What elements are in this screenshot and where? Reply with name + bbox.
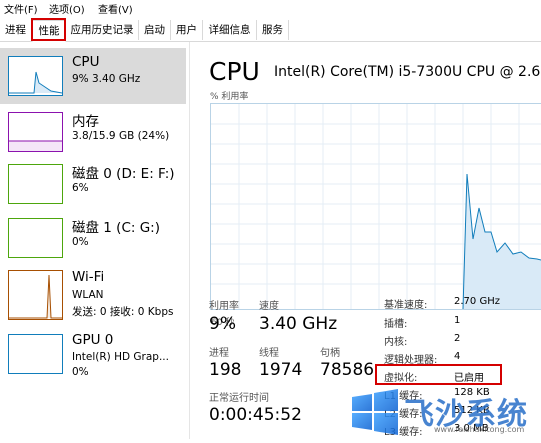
sidebar-item-label: 磁盘 1 (C: G:) xyxy=(72,220,160,236)
menu-file[interactable]: 文件(F) xyxy=(4,1,38,16)
tab-details[interactable]: 详细信息 xyxy=(203,20,257,40)
gpu-thumbnail-graph xyxy=(8,334,63,374)
disk0-thumbnail-graph xyxy=(8,164,63,204)
tab-services[interactable]: 服务 xyxy=(257,20,289,40)
sidebar-item-detail: 3.8/15.9 GB (24%) xyxy=(72,130,170,142)
site-watermark: 飞沙系统 www.feishaxitong.com xyxy=(336,383,541,439)
handles-label: 句柄 xyxy=(320,348,340,359)
menu-bar: 文件(F) 选项(O) 查看(V) xyxy=(0,0,541,16)
spec-label: 内核: xyxy=(384,337,408,348)
spec-label: 基准速度: xyxy=(384,300,428,311)
menu-options[interactable]: 选项(O) xyxy=(49,1,85,16)
uptime-label: 正常运行时间 xyxy=(209,393,269,404)
processes-value: 198 xyxy=(209,360,242,380)
utilization-label: 利用率 xyxy=(209,301,239,312)
sidebar-item-detail: 9% 3.40 GHz xyxy=(72,73,141,85)
sidebar-item-label: Wi-Fi xyxy=(72,269,105,285)
sidebar-item-rate: 发送: 0 接收: 0 Kbps xyxy=(72,306,174,318)
wifi-thumbnail-line xyxy=(9,274,62,319)
tab-bar: 进程 性能 应用历史记录 启动 用户 详细信息 服务 xyxy=(0,17,541,42)
spec-value: 2.70 GHz xyxy=(454,296,500,307)
tab-processes[interactable]: 进程 xyxy=(0,20,32,40)
memory-thumbnail-line xyxy=(9,140,62,151)
sidebar-item-label: 磁盘 0 (D: E: F:) xyxy=(72,166,175,182)
sidebar-item-label: GPU 0 xyxy=(72,332,114,348)
tab-startup[interactable]: 启动 xyxy=(139,20,171,40)
disk1-thumbnail-graph xyxy=(8,218,63,258)
page-title: CPU xyxy=(209,57,260,86)
sidebar-item-usage: 0% xyxy=(72,366,89,378)
cpu-detail-panel: CPU Intel(R) Core(TM) i5-7300U CPU @ 2.6… xyxy=(190,42,541,439)
sidebar-item-disk-1[interactable]: 磁盘 1 (C: G:) 0% xyxy=(0,212,186,268)
watermark-url: www.feishaxitong.com xyxy=(434,425,525,434)
processes-label: 进程 xyxy=(209,348,229,359)
threads-label: 线程 xyxy=(259,348,279,359)
handles-value: 78586 xyxy=(320,360,375,380)
sidebar-item-wifi[interactable]: Wi-Fi WLAN 发送: 0 接收: 0 Kbps xyxy=(0,268,186,324)
cpu-thumbnail-line xyxy=(9,71,63,94)
spec-value: 4 xyxy=(454,351,461,362)
resource-sidebar: CPU 9% 3.40 GHz 内存 3.8/15.9 GB (24%) 磁盘 … xyxy=(0,42,190,439)
cpu-utilization-graph xyxy=(210,103,541,310)
cpu-thumbnail-graph xyxy=(8,56,63,96)
tab-app-history[interactable]: 应用历史记录 xyxy=(66,20,139,40)
threads-value: 1974 xyxy=(259,360,303,380)
sidebar-item-gpu[interactable]: GPU 0 Intel(R) HD Grap... 0% xyxy=(0,330,186,386)
wifi-thumbnail-graph xyxy=(8,270,63,320)
memory-thumbnail-graph xyxy=(8,112,63,152)
cpu-model-name: Intel(R) Core(TM) i5-7300U CPU @ 2.60 xyxy=(274,64,541,80)
sidebar-item-disk-0[interactable]: 磁盘 0 (D: E: F:) 6% xyxy=(0,158,186,214)
sidebar-item-detail: WLAN xyxy=(72,289,104,301)
sidebar-item-label: CPU xyxy=(72,54,100,70)
performance-tab-highlight xyxy=(31,18,66,41)
cpu-utilization-line xyxy=(211,104,541,310)
sidebar-item-detail: 0% xyxy=(72,236,89,248)
sidebar-item-detail: 6% xyxy=(72,182,89,194)
speed-value: 3.40 GHz xyxy=(259,314,338,334)
sidebar-item-cpu[interactable]: CPU 9% 3.40 GHz xyxy=(0,48,186,104)
spec-value: 1 xyxy=(454,315,461,326)
utilization-value: 9% xyxy=(209,314,236,334)
virtualization-highlight xyxy=(375,364,502,385)
uptime-value: 0:00:45:52 xyxy=(209,405,302,425)
sidebar-item-detail: Intel(R) HD Grap... xyxy=(72,351,169,363)
speed-label: 速度 xyxy=(259,301,279,312)
sidebar-item-label: 内存 xyxy=(72,114,99,130)
utilization-axis-label: % 利用率 xyxy=(210,92,249,102)
tab-users[interactable]: 用户 xyxy=(171,20,203,40)
spec-value: 2 xyxy=(454,333,461,344)
spec-label: 插槽: xyxy=(384,319,408,330)
sidebar-item-memory[interactable]: 内存 3.8/15.9 GB (24%) xyxy=(0,106,186,162)
menu-view[interactable]: 查看(V) xyxy=(98,1,133,16)
